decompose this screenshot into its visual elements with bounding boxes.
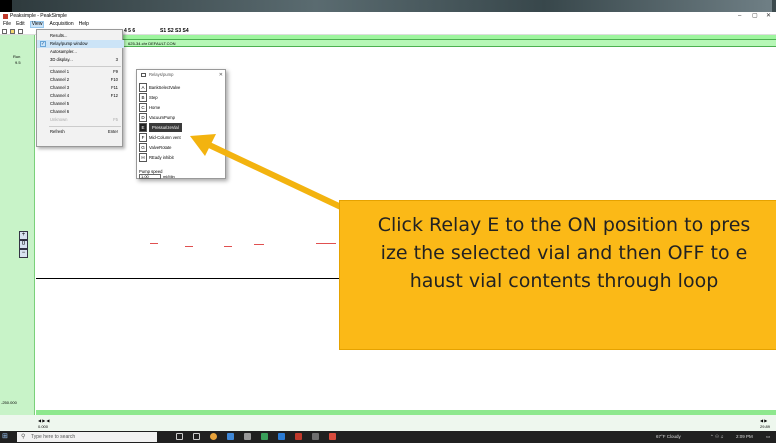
relays-window-title: Relays/pump [149, 72, 174, 77]
time-scrollbar[interactable]: ◀ ▶ ◀ 0.000 ◀ ▶ 29.89 [0, 415, 776, 431]
relay-a[interactable]: A BankSelectValve [139, 83, 225, 92]
menu-item-relay-pump-window[interactable]: ✓ Relay/pump window [37, 40, 124, 48]
chrome-icon[interactable] [210, 433, 217, 440]
widgets-icon[interactable] [193, 433, 200, 440]
taskbar-search[interactable]: ⚲ Type here to search [17, 432, 157, 442]
weather-status[interactable]: 67°F Cloudy [656, 431, 681, 443]
instruction-callout: Click Relay E to the ON position to pres… [339, 200, 776, 350]
trace-segment [254, 244, 264, 245]
maximize-button[interactable]: ▢ [752, 12, 758, 21]
trace-segment [150, 243, 158, 244]
pump-speed-input[interactable]: 1.00 [139, 174, 161, 179]
file-path: 625-34.chr DEFAULT.CON [128, 41, 176, 46]
open-folder-icon[interactable] [10, 29, 15, 34]
peaksimple-taskbar-icon[interactable] [329, 433, 336, 440]
zoom-reset-icon[interactable]: 0 [19, 240, 28, 249]
menu-item-channel-4[interactable]: Channel 4 F12 [37, 92, 124, 100]
set-buttons[interactable]: S1 S2 S3 S4 [160, 28, 189, 35]
search-icon: ⚲ [21, 434, 26, 440]
relay-c[interactable]: C Home [139, 103, 225, 112]
channel-buttons[interactable]: 4 5 6 [124, 28, 135, 35]
app-icon-red[interactable] [295, 433, 302, 440]
tray-icons[interactable]: ⌃ ⚇ ♫ [710, 431, 724, 443]
menu-item-channel-3[interactable]: Channel 3 F11 [37, 84, 124, 92]
menu-separator [49, 126, 121, 127]
relay-e[interactable]: E PressurizeVial [139, 123, 225, 132]
windows-taskbar: ⊞ ⚲ Type here to search 67°F Cloudy ⌃ ⚇ … [0, 431, 776, 443]
relay-d[interactable]: D VacuumPump [139, 113, 225, 122]
x-min-label: 0.000 [38, 424, 49, 429]
excel-icon[interactable] [261, 433, 268, 440]
clock[interactable]: 2:09 PM [736, 431, 753, 443]
notification-icon[interactable]: ▭ [766, 431, 770, 443]
menu-separator [49, 66, 121, 67]
menu-acquisition[interactable]: Acquisition [49, 21, 73, 28]
trace-segment [316, 243, 336, 244]
menu-edit[interactable]: Edit [16, 21, 25, 28]
task-view-icon[interactable] [176, 433, 183, 440]
relays-pump-window: Relays/pump ✕ A BankSelectValve B Step C Ho… [136, 69, 226, 179]
desktop-background [0, 0, 776, 12]
menu-help[interactable]: Help [79, 21, 89, 28]
menu-bar: File Edit View Acquisition Help [0, 21, 776, 28]
menu-item-channel-1[interactable]: Channel 1 F9 [37, 68, 124, 76]
scroll-arrows-right[interactable]: ◀ ▶ [760, 418, 767, 423]
close-icon[interactable]: ✕ [219, 70, 223, 80]
x-max-label: 29.89 [760, 424, 771, 429]
y-min-label: -250.000 [1, 400, 17, 405]
minimize-button[interactable]: – [738, 12, 741, 21]
scroll-arrows-left[interactable]: ◀ ▶ ◀ [38, 418, 49, 423]
menu-item-refresh[interactable]: Refresh Enter [37, 128, 124, 136]
pump-speed-unit: ml/Min [163, 174, 175, 179]
relay-f[interactable]: F Mid-Column vent [139, 133, 225, 142]
view-menu-dropdown: Results... ✓ Relay/pump window Autosampl… [36, 29, 124, 147]
window-title: Peaksimple - PeakSimple [10, 13, 67, 19]
run-label: Run [13, 54, 21, 59]
app-icon [3, 14, 8, 19]
trace-segment [185, 246, 193, 247]
run-value: 9.5 [15, 60, 21, 65]
callout-line-3: haust vial contents through loop [409, 270, 719, 292]
windows-start-icon[interactable]: ⊞ [2, 433, 10, 441]
window-icon [141, 73, 146, 77]
menu-view[interactable]: View [29, 21, 45, 28]
menu-file[interactable]: File [3, 21, 11, 28]
relay-b[interactable]: B Step [139, 93, 225, 102]
menu-item-channel-5[interactable]: Channel 5 [37, 100, 124, 108]
menu-item-unknown: Unknown F5 [50, 117, 118, 122]
callout-line-1: Click Relay E to the ON position to pres [377, 214, 751, 236]
relay-g[interactable]: G ValveRotate [139, 143, 225, 152]
check-icon: ✓ [40, 41, 46, 47]
save-icon[interactable] [18, 29, 23, 34]
new-file-icon[interactable] [2, 29, 7, 34]
title-bar: Peaksimple - PeakSimple – ▢ ✕ [0, 12, 776, 21]
relay-h[interactable]: H REady inhibit [139, 153, 225, 162]
mail-icon[interactable] [227, 433, 234, 440]
desktop-corner [0, 0, 12, 12]
edge-icon[interactable] [278, 433, 285, 440]
app-icon-gray[interactable] [312, 433, 319, 440]
menu-item-results[interactable]: Results... [37, 32, 124, 40]
zoom-in-icon[interactable]: + [19, 231, 28, 240]
desktop-wallpaper [12, 0, 772, 12]
close-button[interactable]: ✕ [766, 12, 771, 21]
relays-window-titlebar: Relays/pump ✕ [137, 70, 227, 80]
files-icon[interactable] [244, 433, 251, 440]
plot-file-bar: 625-34.chr DEFAULT.CON [36, 40, 776, 47]
left-panel: Run 9.5 + 0 − -250.000 [0, 35, 35, 415]
trace-segment [224, 246, 232, 247]
menu-item-3d-display[interactable]: 3D display... 3 [37, 56, 124, 64]
menu-item-channel-2[interactable]: Channel 2 F10 [37, 76, 124, 84]
callout-line-2: ize the selected vial and then OFF to e [380, 242, 748, 264]
zoom-out-icon[interactable]: − [19, 249, 28, 258]
menu-item-channel-6[interactable]: Channel 6 [37, 108, 124, 116]
menu-item-autosampler[interactable]: Autosampler... [37, 48, 124, 56]
